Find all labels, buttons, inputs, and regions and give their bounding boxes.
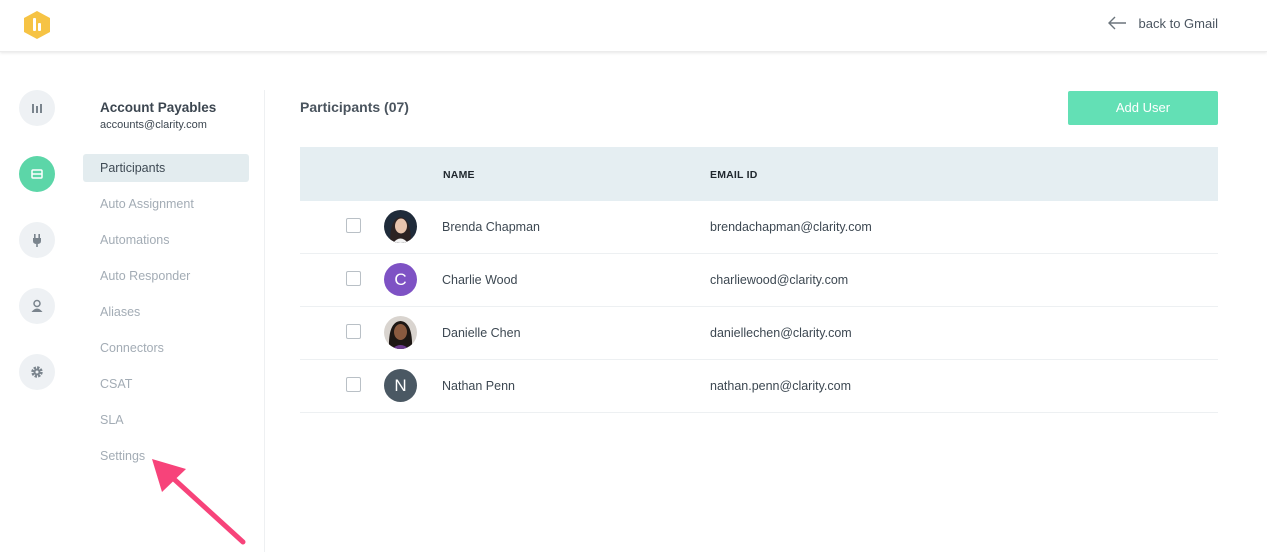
subnav-item-auto-assignment[interactable]: Auto Assignment <box>83 190 249 218</box>
participant-name: Nathan Penn <box>442 379 515 393</box>
participant-name: Brenda Chapman <box>442 220 540 234</box>
arrow-left-icon <box>1107 16 1126 30</box>
subnav-item-auto-responder[interactable]: Auto Responder <box>83 262 249 290</box>
subnav-list: Participants Auto Assignment Automations… <box>83 154 249 478</box>
avatar: C <box>384 263 417 296</box>
rail-integrations-button[interactable] <box>19 222 55 258</box>
table-row: Danielle Chen daniellechen@clarity.com <box>300 307 1218 360</box>
participant-email: brendachapman@clarity.com <box>710 220 872 234</box>
avatar-photo-icon <box>384 316 417 349</box>
rail-inbox-button[interactable] <box>19 156 55 192</box>
participant-email: nathan.penn@clarity.com <box>710 379 852 393</box>
inbox-icon <box>31 169 43 179</box>
page-title: Participants (07) <box>300 99 409 115</box>
table-row: C Charlie Wood charliewood@clarity.com <box>300 254 1218 307</box>
subnav-item-aliases[interactable]: Aliases <box>83 298 249 326</box>
participants-table: NAME EMAIL ID Brenda Chapman brendachapm… <box>300 147 1218 413</box>
plug-icon <box>33 234 41 247</box>
top-bar: back to Gmail <box>0 0 1267 52</box>
column-header-name: NAME <box>443 169 475 181</box>
table-row: Brenda Chapman brendachapman@clarity.com <box>300 201 1218 254</box>
subnav-item-sla[interactable]: SLA <box>83 406 249 434</box>
row-checkbox[interactable] <box>346 324 361 339</box>
bar-chart-icon <box>32 104 42 113</box>
subnav-item-automations[interactable]: Automations <box>83 226 249 254</box>
subnav-item-participants[interactable]: Participants <box>83 154 249 182</box>
rail-reports-button[interactable] <box>19 90 55 126</box>
annotation-arrow-icon <box>152 459 246 545</box>
user-icon <box>31 299 43 312</box>
avatar-photo-icon <box>384 210 417 243</box>
gear-icon <box>31 366 43 378</box>
app-logo-icon[interactable] <box>23 10 51 40</box>
back-to-gmail-link[interactable]: back to Gmail <box>1107 15 1218 31</box>
row-checkbox[interactable] <box>346 377 361 392</box>
icon-rail <box>19 90 55 420</box>
avatar <box>384 210 417 243</box>
row-checkbox[interactable] <box>346 271 361 286</box>
row-checkbox[interactable] <box>346 218 361 233</box>
subnav-item-connectors[interactable]: Connectors <box>83 334 249 362</box>
column-header-email: EMAIL ID <box>710 169 758 181</box>
table-row: N Nathan Penn nathan.penn@clarity.com <box>300 360 1218 413</box>
avatar <box>384 316 417 349</box>
participant-email: daniellechen@clarity.com <box>710 326 852 340</box>
participant-name: Charlie Wood <box>442 273 518 287</box>
rail-settings-button[interactable] <box>19 354 55 390</box>
back-to-gmail-label: back to Gmail <box>1138 15 1218 31</box>
add-user-button[interactable]: Add User <box>1068 91 1218 125</box>
rail-profile-button[interactable] <box>19 288 55 324</box>
avatar: N <box>384 369 417 402</box>
account-email: accounts@clarity.com <box>100 119 207 131</box>
participant-email: charliewood@clarity.com <box>710 273 849 287</box>
account-name: Account Payables <box>100 100 217 115</box>
subnav-item-csat[interactable]: CSAT <box>83 370 249 398</box>
table-header: NAME EMAIL ID <box>300 147 1218 201</box>
participant-name: Danielle Chen <box>442 326 521 340</box>
